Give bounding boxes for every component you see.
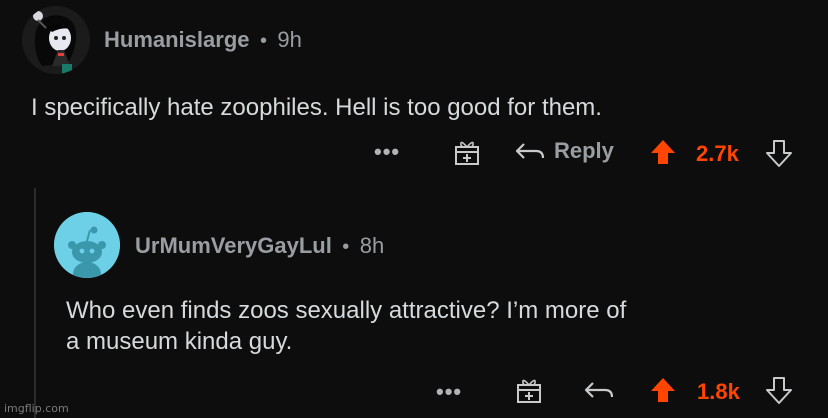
watermark: imgflip.com <box>4 402 69 415</box>
more-options-button[interactable]: ••• <box>436 379 462 405</box>
vote-count: 1.8k <box>697 379 740 404</box>
separator-dot: • <box>259 30 267 52</box>
gift-icon <box>455 141 479 165</box>
snoo-avatar-icon <box>54 212 120 278</box>
upvote-button[interactable] <box>649 376 677 409</box>
downvote-button[interactable] <box>764 138 794 173</box>
downvote-arrow-icon <box>766 377 792 404</box>
comment-meta: Humanislarge • 9h <box>104 27 302 53</box>
award-button[interactable] <box>452 137 482 167</box>
comment-body-line: a museum kinda guy. <box>66 328 293 355</box>
comment-body: Who even finds zoos sexually attractive?… <box>66 295 626 357</box>
user-avatar[interactable] <box>22 6 90 74</box>
comment-age: 9h <box>277 27 302 52</box>
upvote-arrow-icon <box>651 378 675 402</box>
reply-button[interactable]: Reply <box>514 138 614 164</box>
reply-button[interactable] <box>583 377 615 408</box>
comment-body-line: Who even finds zoos sexually attractive?… <box>66 297 627 324</box>
comment-age: 8h <box>359 233 385 258</box>
thread-line[interactable] <box>34 188 36 418</box>
reply-arrow-icon <box>584 382 614 398</box>
separator-dot: • <box>342 236 350 258</box>
downvote-button[interactable] <box>764 375 794 410</box>
reply-label: Reply <box>554 138 614 163</box>
more-options-button[interactable]: ••• <box>374 139 400 165</box>
award-button[interactable] <box>514 375 544 405</box>
comment-meta: UrMumVeryGayLul • 8h <box>135 233 384 259</box>
user-avatar[interactable] <box>54 212 120 278</box>
avatar-image <box>22 6 90 74</box>
comment-author[interactable]: UrMumVeryGayLul <box>135 233 332 258</box>
gift-icon <box>517 379 541 403</box>
comment-author[interactable]: Humanislarge <box>104 27 250 52</box>
downvote-arrow-icon <box>766 140 792 167</box>
vote-count: 2.7k <box>696 141 739 166</box>
upvote-arrow-icon <box>651 140 675 164</box>
comment-body: I specifically hate zoophiles. Hell is t… <box>31 94 602 121</box>
upvote-button[interactable] <box>649 138 677 171</box>
reply-arrow-icon <box>515 143 545 159</box>
